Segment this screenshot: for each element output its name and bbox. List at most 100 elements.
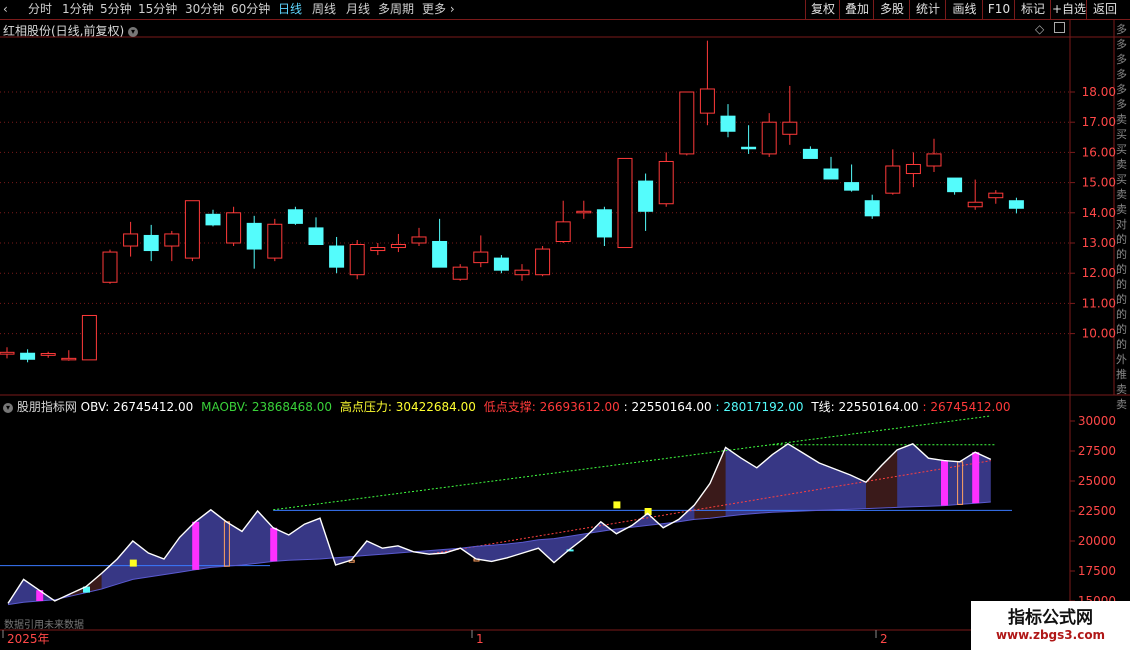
signal-bar-magenta: [192, 521, 200, 570]
candle-up[interactable]: [679, 91, 695, 155]
indicator-legend: ▾ 股朋指标网 OBV: 26745412.00 MAOBV: 23868468…: [3, 398, 1011, 415]
candle-up[interactable]: [535, 248, 551, 276]
candle-up[interactable]: [349, 244, 365, 276]
candle-up[interactable]: [514, 269, 530, 276]
price-tick-label: 16.00: [1082, 145, 1116, 159]
candle-up[interactable]: [452, 266, 468, 280]
time-label: 2025年: [7, 632, 50, 646]
candle-up[interactable]: [988, 192, 1004, 199]
watermark-url: www.zbgs3.com: [995, 628, 1106, 642]
t-value: 22550164.00: [838, 400, 919, 414]
candle-up[interactable]: [40, 353, 56, 356]
candle-down[interactable]: [864, 200, 880, 217]
signal-marker-yellow: [613, 501, 621, 509]
value-8: : 26745412.00: [922, 400, 1011, 414]
candle-down[interactable]: [947, 177, 963, 193]
price-tick-label: 10.00: [1082, 327, 1116, 341]
candle-up[interactable]: [658, 160, 674, 205]
candle-up[interactable]: [576, 210, 592, 214]
candle-up[interactable]: [267, 223, 283, 259]
candle-down[interactable]: [20, 352, 36, 360]
candle-down[interactable]: [638, 180, 654, 212]
indicator-tick-label: 25000: [1078, 474, 1116, 488]
layout-toggle-icon[interactable]: [1054, 22, 1066, 33]
high-value: 30422684.00: [395, 400, 476, 414]
price-tick-label: 15.00: [1082, 176, 1116, 190]
candle-up[interactable]: [123, 233, 139, 247]
indicator-dropdown-icon[interactable]: ▾: [3, 402, 13, 413]
candle-up[interactable]: [699, 88, 715, 114]
indicator-tick-label: 20000: [1078, 534, 1116, 548]
right-sidebar-text: 多多多多多多卖买买卖买卖卖 对的的的的的的的的外推卖卖: [1116, 23, 1127, 411]
candle-up[interactable]: [81, 314, 97, 361]
t-label: T线:: [811, 400, 835, 414]
diamond-icon[interactable]: ◇: [1035, 22, 1044, 36]
candle-up[interactable]: [390, 244, 406, 249]
candle-up[interactable]: [761, 121, 777, 155]
obv-line: [7, 442, 992, 604]
candle-up[interactable]: [555, 221, 571, 242]
time-label: 2: [880, 632, 888, 646]
signal-bar-magenta: [270, 527, 278, 562]
maobv-value: 23868468.00: [251, 400, 333, 414]
obv-band: [866, 449, 898, 509]
candle-down[interactable]: [205, 213, 221, 226]
price-tick-label: 14.00: [1082, 206, 1116, 220]
obv-fill: [8, 443, 991, 605]
candle-up[interactable]: [0, 351, 15, 355]
title-dropdown-icon[interactable]: ▾: [128, 26, 139, 37]
candle-up[interactable]: [184, 200, 200, 259]
candle-up[interactable]: [164, 233, 180, 247]
candle-down[interactable]: [741, 146, 757, 150]
candle-down[interactable]: [287, 209, 303, 224]
indicator-tick-label: 30000: [1078, 414, 1116, 428]
candle-up[interactable]: [370, 247, 386, 252]
candle-up[interactable]: [905, 163, 921, 175]
candle-down[interactable]: [493, 257, 509, 271]
candle-up[interactable]: [782, 121, 798, 135]
price-tick-label: 17.00: [1082, 115, 1116, 129]
candle-down[interactable]: [844, 182, 860, 191]
watermark-title: 指标公式网: [1008, 608, 1093, 628]
candle-up[interactable]: [102, 251, 118, 283]
price-tick-label: 18.00: [1082, 85, 1116, 99]
indicator-tick-label: 27500: [1078, 444, 1116, 458]
candle-down[interactable]: [720, 115, 736, 132]
main-title-group: 红相股份(日线,前复权) ▾: [3, 22, 139, 39]
signal-bar-magenta: [941, 460, 948, 506]
candle-down[interactable]: [143, 234, 159, 252]
low-value: 26693612.00: [539, 400, 620, 414]
obv-label: OBV:: [80, 400, 110, 414]
candle-down[interactable]: [308, 227, 324, 246]
time-label: 1: [476, 632, 484, 646]
candle-down[interactable]: [1008, 200, 1024, 209]
candle-down[interactable]: [329, 245, 345, 268]
indicator-tick-label: 22500: [1078, 504, 1116, 518]
value-5: : 22550164.00: [623, 400, 712, 414]
candle-down[interactable]: [246, 222, 262, 250]
candle-up[interactable]: [617, 157, 633, 249]
candle-down[interactable]: [823, 168, 839, 180]
obv-value: 26745412.00: [113, 400, 194, 414]
candle-up[interactable]: [61, 357, 77, 361]
candle-up[interactable]: [926, 153, 942, 167]
price-tick-label: 12.00: [1082, 266, 1116, 280]
stock-chart: 18.00 17.00 16.00 15.00 14.00 13.00 12.00 11.00…: [0, 20, 1130, 646]
candle-up[interactable]: [473, 251, 489, 264]
value-6: : 28017192.00: [715, 400, 804, 414]
price-tick-label: 13.00: [1082, 236, 1116, 250]
candle-down[interactable]: [596, 209, 612, 238]
watermark: 指标公式网 www.zbgs3.com: [971, 601, 1130, 650]
indicator-name[interactable]: 股朋指标网: [17, 400, 77, 414]
stock-title: 红相股份(日线,前复权): [3, 24, 125, 38]
candle-down[interactable]: [802, 148, 818, 159]
maobv-label: MAOBV:: [201, 400, 249, 414]
candle-up[interactable]: [967, 201, 983, 208]
candle-down[interactable]: [432, 240, 448, 268]
panel-tools: ◇: [1035, 22, 1066, 36]
candle-up[interactable]: [885, 165, 901, 194]
price-tick-label: 11.00: [1082, 296, 1116, 310]
indicator-bottom-note: 数据引用未来数据: [4, 620, 84, 631]
candle-up[interactable]: [411, 236, 427, 244]
candle-up[interactable]: [226, 212, 242, 244]
